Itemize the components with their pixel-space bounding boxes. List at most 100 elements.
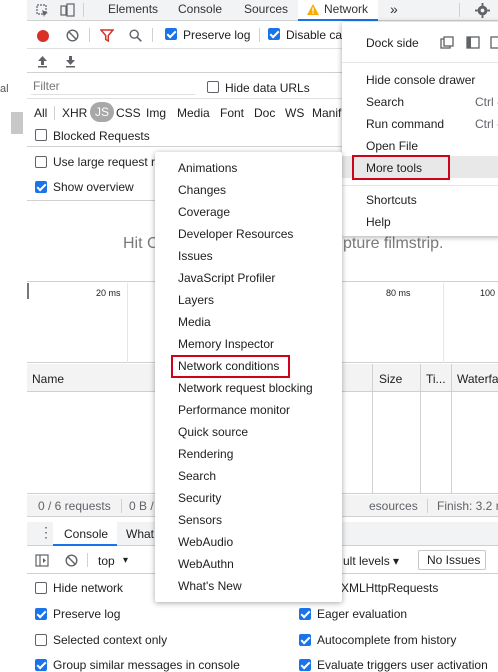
context-dropdown-icon: ▾ (123, 555, 129, 566)
column-waterfall[interactable]: Waterfa (457, 372, 498, 386)
tool-webaudio[interactable]: WebAudio (178, 535, 233, 549)
record-button[interactable] (37, 30, 49, 42)
tool-developer-resources[interactable]: Developer Resources (178, 227, 293, 241)
clear-icon[interactable] (65, 28, 79, 42)
tab-network[interactable]: Network (298, 0, 378, 21)
drawer-menu-icon[interactable]: ⋮ (39, 524, 53, 540)
type-filter-all[interactable]: All (34, 106, 47, 120)
import-har-icon[interactable] (36, 54, 48, 68)
autocomplete-checkbox[interactable] (299, 634, 311, 646)
drawer-tab-console[interactable]: Console (53, 522, 117, 546)
tool-security[interactable]: Security (178, 491, 221, 505)
tool-search[interactable]: Search (178, 469, 216, 483)
run-command-item[interactable]: Run command (366, 117, 444, 131)
console-preserve-log-label: Preserve log (53, 607, 121, 621)
hide-network-checkbox[interactable] (35, 582, 47, 594)
console-clear-icon[interactable] (64, 553, 78, 567)
search-icon[interactable] (128, 28, 142, 42)
settings-gear-icon[interactable] (474, 2, 490, 18)
timeline-tick-80: 80 ms (386, 288, 411, 298)
search-item[interactable]: Search (366, 95, 404, 109)
open-file-item[interactable]: Open File (366, 139, 418, 153)
status-resources: esources (369, 499, 418, 513)
tab-bar: Elements Console Sources Network » (27, 0, 498, 21)
tool-coverage[interactable]: Coverage (178, 205, 230, 219)
tool-performance-monitor[interactable]: Performance monitor (178, 403, 290, 417)
show-overview-label: Show overview (53, 180, 134, 194)
blocked-requests-checkbox[interactable] (35, 129, 47, 141)
tool-issues[interactable]: Issues (178, 249, 213, 263)
more-tools-highlight (352, 155, 450, 180)
drawer-tab-console-label: Console (64, 527, 109, 541)
device-toolbar-icon[interactable] (59, 3, 75, 17)
column-name[interactable]: Name (32, 372, 64, 386)
eager-evaluation-checkbox[interactable] (299, 608, 311, 620)
type-filter-ws[interactable]: WS (285, 106, 304, 120)
run-command-shortcut: Ctrl - (475, 117, 498, 131)
autocomplete-label: Autocomplete from history (317, 633, 457, 647)
column-time[interactable]: Ti... (426, 372, 446, 386)
filter-icon[interactable] (100, 28, 114, 42)
tool-webauthn[interactable]: WebAuthn (178, 557, 234, 571)
tool-quick-source[interactable]: Quick source (178, 425, 248, 439)
inspect-element-icon[interactable] (35, 3, 49, 17)
tool-rendering[interactable]: Rendering (178, 447, 233, 461)
preserve-log-label: Preserve log (183, 28, 251, 42)
show-overview-checkbox[interactable] (35, 181, 47, 193)
evaluate-triggers-checkbox[interactable] (299, 659, 311, 671)
log-levels-dropdown[interactable]: ult levels ▾ (343, 554, 399, 568)
warning-icon (307, 3, 319, 15)
hide-console-drawer-item[interactable]: Hide console drawer (366, 73, 475, 87)
dock-bottom-icon[interactable] (490, 35, 498, 49)
group-similar-checkbox[interactable] (35, 659, 47, 671)
tool-media[interactable]: Media (178, 315, 211, 329)
large-rows-checkbox[interactable] (35, 156, 47, 168)
tab-console[interactable]: Console (178, 0, 222, 20)
eager-evaluation-label: Eager evaluation (317, 607, 408, 621)
type-filter-css[interactable]: CSS (116, 106, 141, 120)
tool-animations[interactable]: Animations (178, 161, 237, 175)
tab-elements[interactable]: Elements (108, 0, 158, 20)
tool-sensors[interactable]: Sensors (178, 513, 222, 527)
more-tabs-button[interactable]: » (390, 0, 398, 20)
tool-memory-inspector[interactable]: Memory Inspector (178, 337, 274, 351)
network-conditions-highlight (171, 355, 290, 378)
disable-cache-checkbox[interactable] (268, 28, 280, 40)
no-issues-label: No Issues (427, 553, 481, 567)
undock-icon[interactable] (440, 35, 454, 49)
more-tools-submenu: Animations Changes Coverage Developer Re… (155, 152, 342, 602)
type-filter-font[interactable]: Font (220, 106, 244, 120)
dock-left-icon[interactable] (466, 35, 480, 49)
selected-context-checkbox[interactable] (35, 634, 47, 646)
tab-network-label: Network (324, 2, 369, 16)
help-item[interactable]: Help (366, 215, 391, 229)
status-requests: 0 / 6 requests (38, 499, 111, 513)
tab-sources[interactable]: Sources (244, 0, 288, 20)
no-issues-button[interactable]: No Issues (418, 550, 486, 570)
type-filter-img[interactable]: Img (146, 106, 166, 120)
drawer-tab-whats-new[interactable]: What (126, 527, 154, 541)
selected-context-label: Selected context only (53, 633, 168, 647)
type-filter-doc[interactable]: Doc (254, 106, 275, 120)
tool-javascript-profiler[interactable]: JavaScript Profiler (178, 271, 275, 285)
search-shortcut: Ctrl - (475, 95, 498, 109)
left-edge-text: al (0, 83, 9, 95)
type-filter-media[interactable]: Media (177, 106, 210, 120)
type-filter-manifest[interactable]: Manif (312, 106, 341, 120)
tool-network-request-blocking[interactable]: Network request blocking (178, 381, 313, 395)
column-size[interactable]: Size (379, 372, 402, 386)
tool-layers[interactable]: Layers (178, 293, 214, 307)
filter-input[interactable] (31, 78, 195, 95)
preserve-log-checkbox[interactable] (165, 28, 177, 40)
console-preserve-log-checkbox[interactable] (35, 608, 47, 620)
type-filter-js[interactable]: JS (90, 102, 115, 122)
export-har-icon[interactable] (64, 54, 76, 68)
tool-changes[interactable]: Changes (178, 183, 226, 197)
shortcuts-item[interactable]: Shortcuts (366, 193, 417, 207)
tool-whats-new[interactable]: What's New (178, 579, 242, 593)
context-selector[interactable]: top (98, 554, 115, 568)
type-filter-xhr[interactable]: XHR (62, 106, 87, 120)
sidebar-toggle-icon[interactable] (35, 553, 49, 567)
left-scrollbar-fragment (11, 112, 23, 134)
hide-data-urls-checkbox[interactable] (207, 81, 219, 93)
